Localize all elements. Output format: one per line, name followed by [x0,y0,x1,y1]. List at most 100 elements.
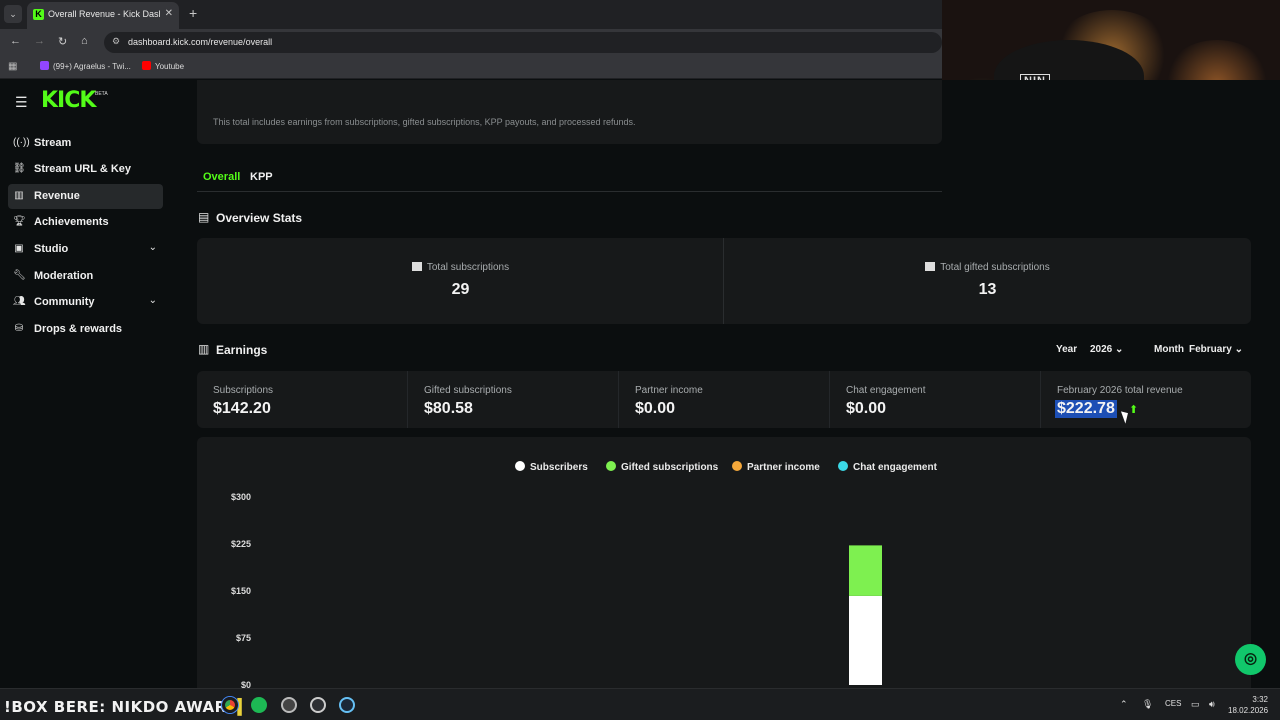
earning-label: Partner income [635,385,703,396]
system-clock[interactable]: 3:32 18.02.2026 [1228,694,1268,716]
arrow-up-icon: ⬆ [1129,404,1139,416]
obs-icon[interactable] [281,697,297,713]
chevron-down-icon: ⌄ [148,295,157,306]
clock-time: 3:32 [1252,695,1268,704]
broadcast-icon: ((·)) [13,137,30,148]
earning-value: $142.20 [213,400,271,417]
bookmark-twitch[interactable]: (99+) Agraelus - Twi... [40,61,131,71]
stat-total-subscriptions: Total subscriptions 29 [197,238,724,324]
earning-chat-engagement: Chat engagement $0.00 [830,371,1041,428]
year-label: Year [1056,344,1078,355]
kick-dashboard: ☰ KICK BETA ((·)) Stream ⛓ Stream URL & … [0,80,1280,690]
earning-label: Chat engagement [846,385,926,396]
year-select[interactable]: 2026 ⌄ [1090,344,1123,355]
url-text: dashboard.kick.com/revenue/overall [128,37,273,47]
close-icon[interactable]: ✕ [165,8,173,19]
trophy-icon: 🏆︎ [13,216,26,227]
chevron-down-icon: ⌄ [1115,344,1124,355]
earning-value: $0.00 [635,400,676,417]
sidebar-item-label: Studio [34,243,69,255]
overview-stats-card: Total subscriptions 29 Total gifted subs… [197,238,1251,324]
earning-label: February 2026 total revenue [1057,385,1183,396]
earning-label: Gifted subscriptions [424,385,512,396]
bookmark-youtube[interactable]: Youtube [142,61,184,71]
address-bar[interactable]: ⚙ dashboard.kick.com/revenue/overall [104,32,942,53]
new-tab-icon[interactable]: + [189,5,197,21]
sidebar-item-moderation[interactable]: 🔧︎ Moderation [8,264,163,289]
beta-badge: BETA [95,91,108,97]
bar-segment-gifted-subscriptions[interactable] [849,545,882,596]
sidebar-item-label: Stream URL & Key [34,163,131,175]
clock-date: 18.02.2026 [1228,706,1269,715]
windows-taskbar: !BOX BERE: NIKDO AWARE▍ ⌃ 🎙︎ CES ▭ 🔊︎ 3:… [0,688,1280,720]
earning-value: $222.78 [1055,400,1117,418]
steam-icon[interactable] [339,697,355,713]
earning-gifted-subscriptions: Gifted subscriptions $80.58 [408,371,619,428]
language-indicator[interactable]: CES [1165,699,1181,708]
sidebar-item-revenue[interactable]: ▥ Revenue [8,184,163,209]
stat-label: Total gifted subscriptions [724,262,1251,273]
earning-value: $0.00 [846,400,887,417]
tab-overall[interactable]: Overall [203,171,240,183]
microphone-icon[interactable]: 🎙︎ [1142,699,1153,710]
month-label: Month [1154,344,1184,355]
sidebar-item-stream[interactable]: ((·)) Stream [8,131,163,156]
wrench-icon: 🔧︎ [13,270,26,281]
bar-chart-icon [411,262,422,271]
menu-icon[interactable]: ☰ [15,94,28,111]
earnings-icon: ▥ [198,342,210,356]
earning-label: Subscriptions [213,385,274,396]
sidebar-item-drops-rewards[interactable]: ⛁ Drops & rewards [8,317,163,342]
browser-tab[interactable]: K Overall Revenue - Kick Dashboard ✕ [27,2,179,29]
network-icon[interactable]: ▭ [1191,699,1200,710]
tab-title: Overall Revenue - Kick Dashboard [48,9,160,19]
tab-search-button[interactable]: ⌄ [4,5,22,23]
twitch-icon [40,61,49,70]
month-select[interactable]: February ⌄ [1189,344,1243,355]
sidebar-item-community[interactable]: 👥︎ Community ⌄ [8,290,163,315]
stat-value: 13 [978,281,997,298]
info-text: This total includes earnings from subscr… [213,117,636,127]
sidebar-item-label: Moderation [34,270,94,282]
earning-subscriptions: Subscriptions $142.20 [197,371,408,428]
home-icon[interactable]: ⌂ [81,35,88,47]
stream-ticker: !BOX BERE: NIKDO AWARE▍ [4,698,250,716]
kick-logo[interactable]: KICK [41,88,96,113]
sidebar-item-studio[interactable]: ▣ Studio ⌄ [8,237,163,262]
stat-label: Total subscriptions [197,262,724,273]
sidebar-item-label: Community [34,296,95,308]
main-content: This total includes earnings from subscr… [197,80,1251,690]
app-icon[interactable] [310,697,326,713]
support-chat-button[interactable]: ◎ [1235,644,1266,675]
browser-toolbar: ← → ↻ ⌂ ⚙ dashboard.kick.com/revenue/ove… [0,29,942,55]
earning-partner-income: Partner income $0.00 [619,371,830,428]
back-icon[interactable]: ← [10,35,21,47]
sidebar-item-label: Stream [34,137,72,149]
bookmarks-bar: ▦ (99+) Agraelus - Twi... Youtube [0,55,942,79]
reload-icon[interactable]: ↻ [58,35,67,48]
studio-icon: ▣ [14,243,24,254]
spotify-icon[interactable] [251,697,267,713]
sidebar-item-achievements[interactable]: 🏆︎ Achievements [8,210,163,235]
chart-plot [849,545,882,685]
forward-icon[interactable]: → [34,35,45,47]
link-icon: ⛓ [13,163,26,174]
apps-icon[interactable]: ▦ [8,61,17,72]
earning-value: $80.58 [424,400,473,417]
people-icon: 👥︎ [13,296,26,307]
tab-kpp[interactable]: KPP [250,171,273,183]
volume-icon[interactable]: 🔊︎ [1209,699,1215,710]
revenue-tabs: Overall KPP [197,164,942,192]
tray-chevron-up-icon[interactable]: ⌃ [1120,699,1128,710]
youtube-icon [142,61,151,70]
kick-favicon: K [33,9,44,20]
stat-value: 29 [451,281,470,298]
chevron-down-icon: ⌄ [1234,344,1243,355]
site-info-icon[interactable]: ⚙ [112,36,120,47]
overview-title: Overview Stats [216,211,303,225]
sidebar-item-stream-url-key[interactable]: ⛓ Stream URL & Key [8,157,163,182]
chrome-icon[interactable] [222,697,238,713]
sidebar-item-label: Revenue [34,190,80,202]
info-card: This total includes earnings from subscr… [197,80,942,144]
bar-segment-subscribers[interactable] [849,595,882,685]
